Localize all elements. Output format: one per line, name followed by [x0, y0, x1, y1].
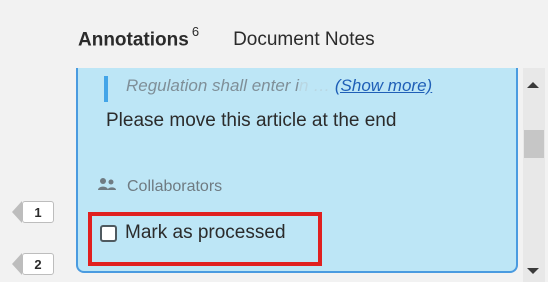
annotations-count: 6: [191, 24, 200, 39]
tab-annotations[interactable]: Annotations 6: [78, 24, 200, 51]
people-icon: [97, 177, 117, 196]
collaborators-label: Collaborators: [127, 177, 223, 195]
scroll-up-arrow-icon[interactable]: [527, 82, 539, 88]
scroll-thumb[interactable]: [524, 130, 544, 158]
annotation-quote: Regulation shall enter in … (Show more): [104, 76, 496, 102]
tab-document-notes[interactable]: Document Notes: [233, 29, 375, 51]
scrollbar[interactable]: [523, 68, 545, 282]
annotation-comment: Please move this article at the end: [106, 110, 397, 131]
mark-processed-checkbox[interactable]: [100, 224, 117, 242]
scroll-down-arrow-icon[interactable]: [527, 268, 539, 274]
panel-tabs: Annotations 6 Document Notes: [78, 24, 375, 56]
quote-faded-text: n: [298, 76, 309, 95]
quote-text: Regulation shall enter i: [126, 76, 299, 95]
quote-ellipsis: …: [313, 76, 331, 95]
badge-pointer-icon: [12, 201, 22, 223]
show-more-link[interactable]: (Show more): [335, 76, 432, 95]
annotation-marker-2[interactable]: 2: [22, 253, 54, 275]
collaborators-row[interactable]: Collaborators: [97, 177, 222, 196]
page-margin: [0, 0, 52, 282]
tab-annotations-label: Annotations: [78, 29, 189, 51]
mark-processed-option[interactable]: Mark as processed: [100, 222, 286, 244]
badge-pointer-icon: [12, 253, 22, 275]
mark-processed-label: Mark as processed: [125, 222, 286, 243]
annotation-marker-1[interactable]: 1: [22, 201, 54, 223]
